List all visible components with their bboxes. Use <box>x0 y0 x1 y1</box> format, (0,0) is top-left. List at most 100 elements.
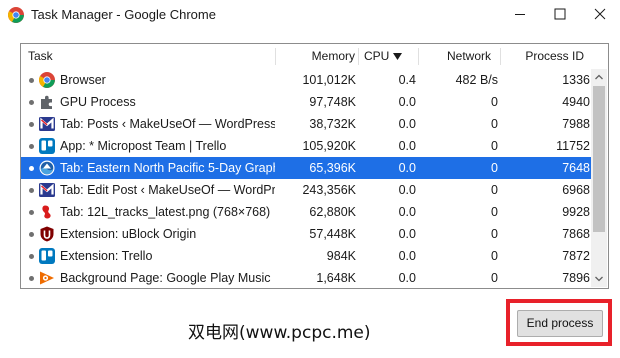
chrome-icon <box>39 72 55 88</box>
process-id-value: 11752 <box>556 139 590 153</box>
table-row[interactable]: Browser 101,012K 0.4 482 B/s 1336 <box>21 69 591 91</box>
memory-value: 65,396K <box>309 161 356 175</box>
table-row[interactable]: Tab: 12L_tracks_latest.png (768×768) 62,… <box>21 201 591 223</box>
row-bullet <box>29 232 34 237</box>
network-value: 0 <box>491 205 498 219</box>
memory-value: 62,880K <box>309 205 356 219</box>
task-name: Tab: Eastern North Pacific 5-Day Graph..… <box>60 161 275 175</box>
cpu-value: 0.0 <box>398 139 416 153</box>
task-table[interactable]: Task Memory CPU Network Process ID Brows… <box>20 43 609 289</box>
chevron-down-icon <box>595 276 603 282</box>
watermark-text: 双电网(www.pcpc.me) <box>188 323 371 343</box>
maximize-icon <box>554 8 566 20</box>
row-bullet <box>29 100 34 105</box>
column-header-cpu[interactable]: CPU <box>364 44 389 69</box>
table-row[interactable]: Tab: Edit Post ‹ MakeUseOf — WordPr... 2… <box>21 179 591 201</box>
minimize-button[interactable] <box>500 0 540 30</box>
table-row[interactable]: Tab: Posts ‹ MakeUseOf — WordPress 38,73… <box>21 113 591 135</box>
maximize-button[interactable] <box>540 0 580 30</box>
table-body: Browser 101,012K 0.4 482 B/s 1336 GPU Pr… <box>21 69 591 287</box>
process-id-value: 4940 <box>562 95 590 109</box>
column-divider <box>358 48 359 65</box>
memory-value: 105,920K <box>302 139 356 153</box>
puzzle-icon <box>39 94 55 110</box>
memory-value: 57,448K <box>309 227 356 241</box>
column-header-task[interactable]: Task <box>28 44 53 69</box>
network-value: 0 <box>491 271 498 285</box>
trello-icon <box>39 248 55 264</box>
memory-value: 97,748K <box>309 95 356 109</box>
chrome-logo-icon <box>8 7 24 23</box>
row-bullet <box>29 166 34 171</box>
task-name: Tab: Edit Post ‹ MakeUseOf — WordPr... <box>60 183 275 197</box>
scrollbar-thumb[interactable] <box>593 86 605 232</box>
table-row[interactable]: GPU Process 97,748K 0.0 0 4940 <box>21 91 591 113</box>
task-name: App: * Micropost Team | Trello <box>60 139 227 153</box>
ublock-icon <box>39 226 55 242</box>
memory-value: 984K <box>326 249 356 263</box>
window-title: Task Manager - Google Chrome <box>31 7 216 22</box>
network-value: 0 <box>491 227 498 241</box>
task-name: Tab: 12L_tracks_latest.png (768×768) <box>60 205 271 219</box>
row-bullet <box>29 78 34 83</box>
cpu-value: 0.0 <box>398 117 416 131</box>
vertical-scrollbar[interactable] <box>591 69 607 287</box>
end-process-button[interactable]: End process <box>517 310 603 337</box>
row-bullet <box>29 144 34 149</box>
network-value: 0 <box>491 139 498 153</box>
memory-value: 1,648K <box>316 271 356 285</box>
process-id-value: 7872 <box>562 249 590 263</box>
network-value: 0 <box>491 117 498 131</box>
column-header-memory[interactable]: Memory <box>275 44 355 69</box>
network-value: 0 <box>491 183 498 197</box>
memory-value: 243,356K <box>302 183 356 197</box>
process-id-value: 7988 <box>562 117 590 131</box>
memory-value: 101,012K <box>302 73 356 87</box>
scroll-up-button[interactable] <box>591 69 607 85</box>
process-id-value: 1336 <box>562 73 590 87</box>
scroll-down-button[interactable] <box>591 271 607 287</box>
column-header-network[interactable]: Network <box>419 44 491 69</box>
cpu-value: 0.0 <box>398 183 416 197</box>
cpu-value: 0.0 <box>398 271 416 285</box>
cpu-value: 0.0 <box>398 205 416 219</box>
network-value: 0 <box>491 161 498 175</box>
cpu-value: 0.0 <box>398 249 416 263</box>
network-value: 0 <box>491 249 498 263</box>
task-name: Background Page: Google Play Music <box>60 271 271 285</box>
cpu-value: 0.4 <box>398 73 416 87</box>
table-row[interactable]: Extension: uBlock Origin 57,448K 0.0 0 7… <box>21 223 591 245</box>
sort-descending-icon <box>393 53 402 60</box>
makeuseof-icon <box>39 116 55 132</box>
table-row[interactable]: Extension: Trello 984K 0.0 0 7872 <box>21 245 591 267</box>
process-id-value: 7896 <box>562 271 590 285</box>
process-id-value: 7648 <box>562 161 590 175</box>
task-name: Browser <box>60 73 106 87</box>
table-row[interactable]: Background Page: Google Play Music 1,648… <box>21 267 591 288</box>
title-bar: Task Manager - Google Chrome <box>0 0 620 30</box>
row-bullet <box>29 254 34 259</box>
close-button[interactable] <box>580 0 620 30</box>
process-id-value: 9928 <box>562 205 590 219</box>
row-bullet <box>29 122 34 127</box>
network-value: 482 B/s <box>455 73 498 87</box>
network-value: 0 <box>491 95 498 109</box>
table-header: Task Memory CPU Network Process ID <box>21 44 608 69</box>
cpu-value: 0.0 <box>398 227 416 241</box>
cpu-value: 0.0 <box>398 95 416 109</box>
play-music-icon <box>39 270 55 286</box>
task-name: Tab: Posts ‹ MakeUseOf — WordPress <box>60 117 275 131</box>
column-header-process-id[interactable]: Process ID <box>501 44 584 69</box>
task-name: Extension: Trello <box>60 249 153 263</box>
row-bullet <box>29 276 34 281</box>
makeuseof-icon <box>39 182 55 198</box>
process-id-value: 6968 <box>562 183 590 197</box>
table-row-selected[interactable]: Tab: Eastern North Pacific 5-Day Graph..… <box>21 157 591 179</box>
memory-value: 38,732K <box>309 117 356 131</box>
noaa-icon <box>39 160 55 176</box>
chevron-up-icon <box>595 74 603 80</box>
task-name: GPU Process <box>60 95 136 109</box>
row-bullet <box>29 210 34 215</box>
trello-icon <box>39 138 55 154</box>
table-row[interactable]: App: * Micropost Team | Trello 105,920K … <box>21 135 591 157</box>
